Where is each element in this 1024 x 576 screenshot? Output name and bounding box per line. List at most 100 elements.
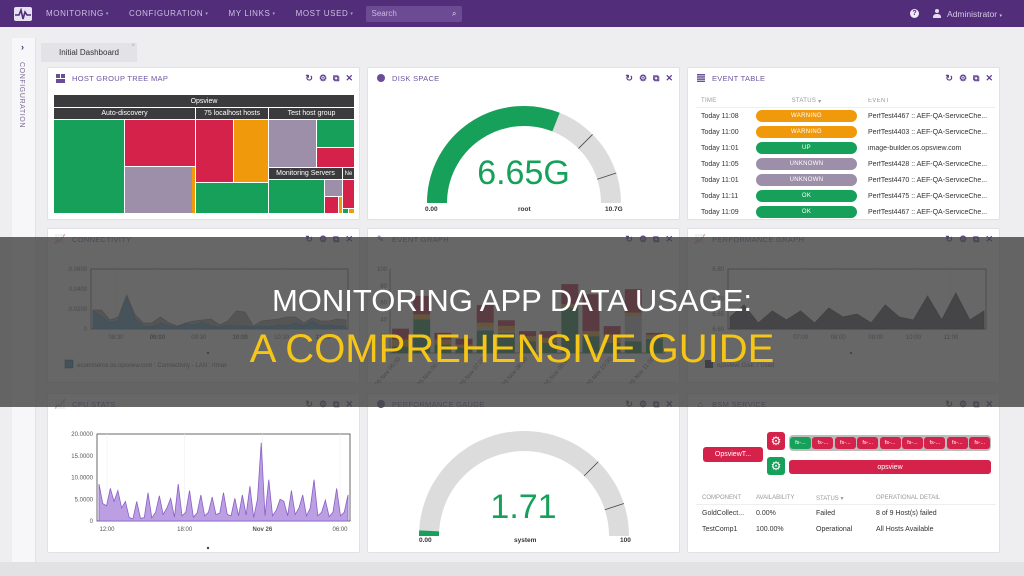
event-time: Today 11:11 [701,192,739,200]
column-header-event[interactable]: EVENT [862,98,996,104]
treemap-cell-critical[interactable] [317,148,354,167]
column-header-availability[interactable]: AVAILABILITY [756,495,816,501]
treemap-cell-warning[interactable] [339,197,342,213]
gear-icon[interactable]: ⚙ [319,73,327,83]
nav-my-links[interactable]: MY LINKS ▾ [228,9,275,18]
treemap-cell-critical[interactable] [343,180,354,208]
treemap-cell-unknown[interactable] [269,120,316,167]
search-icon[interactable]: ⌕ [452,9,456,19]
treemap-group-header[interactable]: 75 localhost hosts [196,108,268,119]
close-tab-icon[interactable]: × [131,43,135,49]
widget-performance-gauge: PERFORMANCE GAUGE ↻⚙⧉✕ 1.71 0.00 system … [367,393,680,553]
event-description: PerfTest4470 :: AEF-QA-ServiceChe... [868,176,988,184]
nav-monitoring[interactable]: MONITORING ▾ [46,9,109,18]
widget-title: EVENT TABLE [712,73,766,83]
widget-header: EVENT TABLE ↻ ⚙ ⧉ ✕ [688,68,999,88]
bsm-fs-node[interactable]: fs-... [790,437,811,449]
treemap-cell-ok[interactable] [196,183,268,213]
bsm-component-table: COMPONENT AVAILABILITY STATUS ▾ OPERATIO… [696,492,996,537]
treemap-cell-critical[interactable] [325,197,338,213]
treemap-cell-ok[interactable] [269,180,324,213]
bsm-opsview-node[interactable]: opsview [789,460,991,474]
opsview-logo[interactable] [14,6,32,21]
table-row[interactable]: Today 11:08 WARNING PerfTest4467 :: AEF-… [696,108,996,124]
treemap-cell-unknown[interactable] [325,180,342,196]
treemap-group-header[interactable]: Test host group [269,108,354,119]
bsm-fs-node[interactable]: fs-... [969,437,991,449]
treemap-subgroup-header[interactable]: Monitoring Servers [269,168,342,179]
user-menu[interactable]: Administrator ▾ [947,9,1002,19]
widget-bsm-service: ⌂ BSM SERVICE ↻⚙⧉✕ OpsviewT... ⚙ ⚙ fs-..… [687,393,1000,553]
treemap: Opsview Auto-discovery 75 localhost host… [54,95,354,214]
treemap-cell-ok[interactable] [54,120,124,213]
treemap-cell-critical[interactable] [125,120,195,166]
bsm-root-node[interactable]: OpsviewT... [703,447,763,462]
table-row[interactable]: Today 11:09 OK PerfTest4467 :: AEF-QA-Se… [696,204,996,219]
refresh-icon[interactable]: ↻ [625,73,633,83]
treemap-subgroup-header[interactable]: Ne [343,168,354,179]
bsm-fs-node[interactable]: fs-... [924,437,946,449]
treemap-root-header[interactable]: Opsview [54,95,354,107]
duplicate-icon[interactable]: ⧉ [973,73,979,83]
close-icon[interactable]: ✕ [345,73,353,83]
treemap-cell-critical[interactable] [196,120,233,182]
nav-configuration[interactable]: CONFIGURATION ▾ [129,9,208,18]
column-header-status[interactable]: STATUS ▾ [751,98,862,105]
search-input[interactable] [371,9,442,18]
tab-initial-dashboard[interactable]: Initial Dashboard × [41,43,137,62]
y-tick-label: 20.0000 [71,432,93,438]
y-tick-label: 0 [90,519,94,525]
bsm-fs-node[interactable]: fs-... [834,437,856,449]
bsm-fs-node[interactable]: fs-... [857,437,879,449]
bsm-fs-node[interactable]: fs-... [902,437,923,449]
gear-icon[interactable]: ⚙ [639,73,647,83]
treemap-cell-ok[interactable] [317,120,354,147]
widget-disk-space: DISK SPACE ↻ ⚙ ⧉ ✕ 6.65G 0.00 root 10.7G [367,67,680,220]
table-row[interactable]: GoldCollect... 0.00% Failed 8 of 9 Host(… [696,505,996,521]
treemap-cell-ok[interactable] [343,209,348,213]
bsm-fs-node[interactable]: fs-... [812,437,834,449]
treemap-group-header[interactable]: Auto-discovery [54,108,195,119]
refresh-icon[interactable]: ↻ [305,73,313,83]
page-footer [0,562,1024,576]
refresh-icon[interactable]: ↻ [945,73,953,83]
table-row[interactable]: Today 11:01 UP image-builder.os.opsview.… [696,140,996,156]
dashboard-tabs: Initial Dashboard × [40,42,1005,62]
expand-sidebar-icon[interactable]: › [21,42,24,52]
sort-desc-icon: ▾ [838,495,844,502]
treemap-cell-warning[interactable] [349,209,354,213]
nav-most-used[interactable]: MOST USED ▾ [296,9,354,18]
bsm-component-icon-critical[interactable]: ⚙ [767,432,785,450]
table-row[interactable]: Today 11:05 UNKNOWN PerfTest4428 :: AEF-… [696,156,996,172]
treemap-cell-warning[interactable] [234,120,268,182]
bsm-fs-node[interactable]: fs-... [946,437,968,449]
bsm-fs-node[interactable]: fs-... [879,437,901,449]
sidebar-label[interactable]: CONFIGURATION [18,62,25,128]
duplicate-icon[interactable]: ⧉ [333,73,339,83]
table-row[interactable]: Today 11:00 WARNING PerfTest4403 :: AEF-… [696,124,996,140]
table-row[interactable]: Today 11:11 OK PerfTest4475 :: AEF-QA-Se… [696,188,996,204]
table-row[interactable]: TestComp1 100.00% Operational All Hosts … [696,521,996,537]
pager-dot [206,546,210,550]
column-header-status[interactable]: STATUS ▾ [816,495,876,502]
caret-down-icon: ▾ [205,10,209,17]
caret-down-icon: ▾ [999,12,1002,19]
help-icon[interactable]: ? [910,9,920,18]
column-header-time[interactable]: TIME [696,98,751,104]
gear-icon[interactable]: ⚙ [959,73,967,83]
status-badge: UP [756,142,857,154]
overlay-subtitle: A COMPREHENSIVE GUIDE [249,327,775,371]
event-table-body: Today 11:08 WARNING PerfTest4467 :: AEF-… [696,108,996,219]
x-tick-label: 06:00 [332,527,348,533]
column-header-component[interactable]: COMPONENT [696,495,756,501]
bsm-component-icon-ok[interactable]: ⚙ [767,457,785,475]
treemap-cell-unknown[interactable] [125,167,192,213]
close-icon[interactable]: ✕ [985,73,993,83]
treemap-cell-warning[interactable] [192,167,195,213]
column-header-operational-detail[interactable]: OPERATIONAL DETAIL [876,495,996,501]
close-icon[interactable]: ✕ [665,73,673,83]
table-row[interactable]: Today 11:01 UNKNOWN PerfTest4470 :: AEF-… [696,172,996,188]
widget-actions: ↻ ⚙ ⧉ ✕ [945,73,993,83]
widget-host-group-tree-map: HOST GROUP TREE MAP ↻ ⚙ ⧉ ✕ Opsview Auto-di… [47,67,360,220]
duplicate-icon[interactable]: ⧉ [653,73,659,83]
